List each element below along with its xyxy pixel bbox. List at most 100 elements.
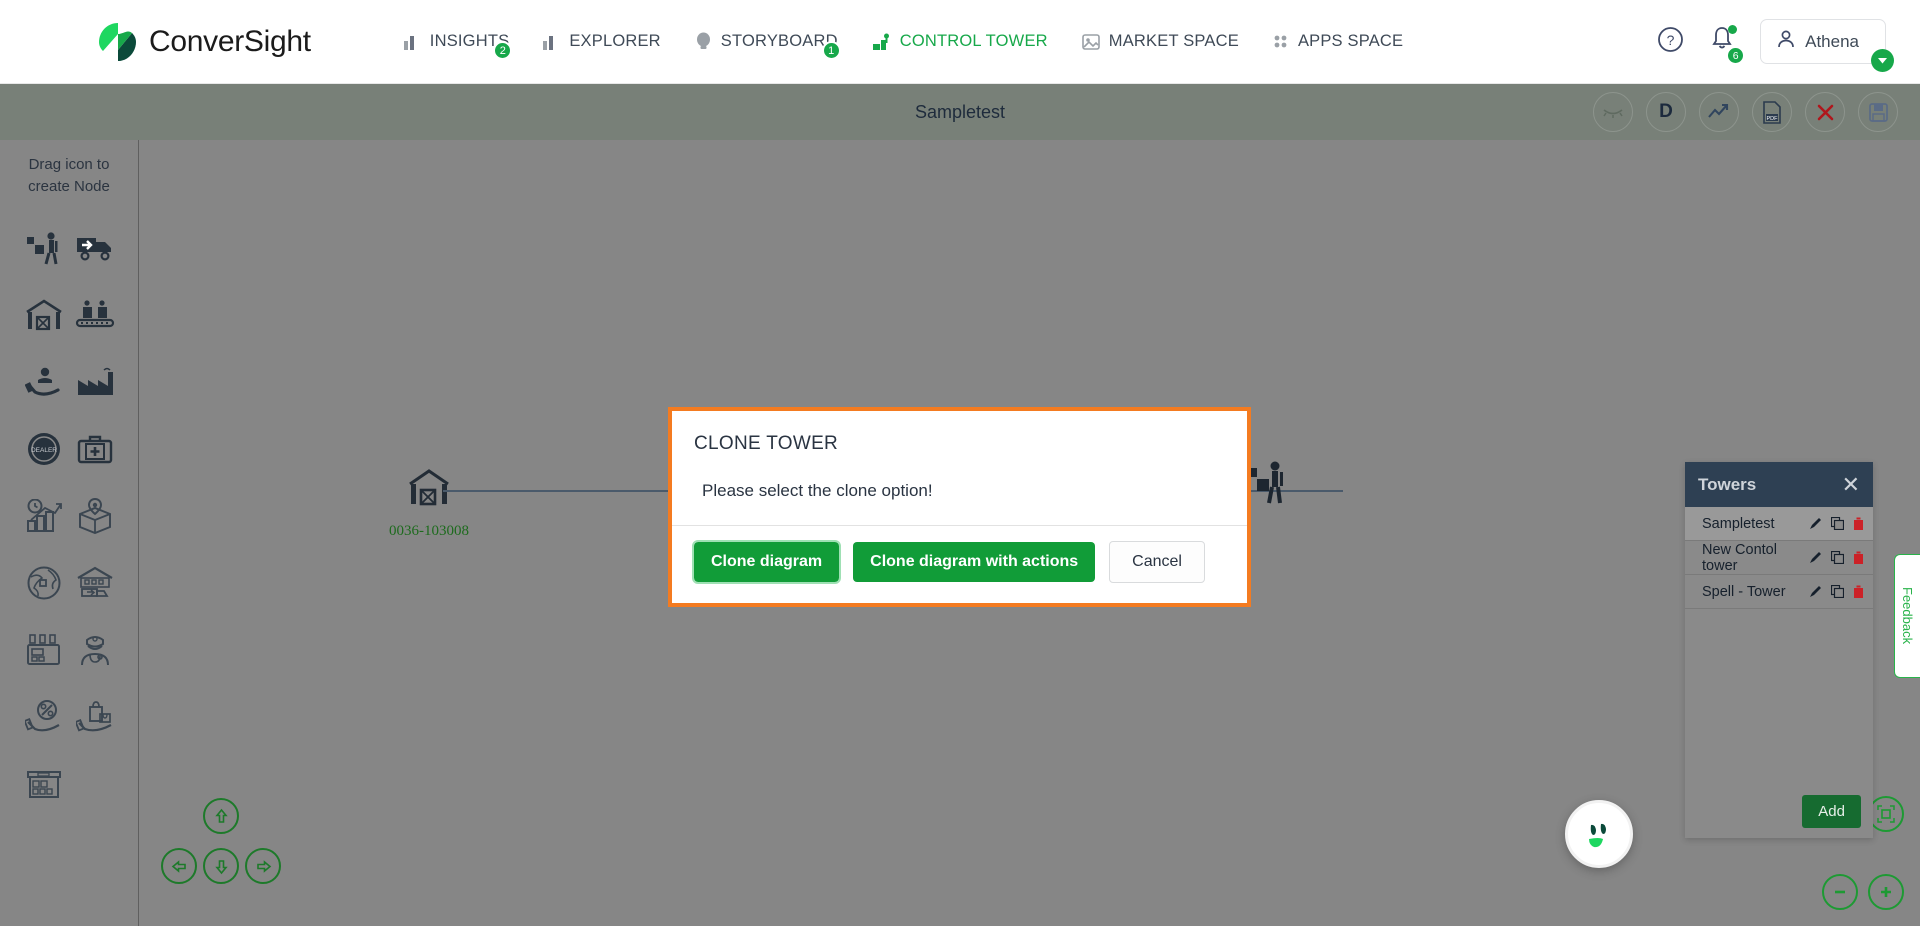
top-navigation-bar: ConverSight INSIGHTS 2 EXPLORER STORYBOA… — [0, 0, 1920, 84]
analytics-growth-icon[interactable] — [22, 494, 66, 538]
brand-logo-area[interactable]: ConverSight — [97, 21, 311, 63]
nav-item-apps-space[interactable]: APPS SPACE — [1273, 32, 1403, 51]
lab-equipment-icon[interactable] — [22, 628, 66, 672]
conversight-logo-icon — [99, 22, 136, 61]
user-name-label: Athena — [1805, 31, 1859, 51]
dialog-body: CLONE TOWER Please select the clone opti… — [672, 411, 1247, 525]
eye-closed-icon[interactable] — [1593, 92, 1633, 132]
copy-icon[interactable] — [1831, 551, 1844, 564]
dialog-footer: Clone diagram Clone diagram with actions… — [672, 525, 1247, 603]
hand-customer-icon[interactable] — [22, 360, 66, 404]
insights-badge: 2 — [493, 41, 513, 60]
pdf-export-icon[interactable]: PDF — [1752, 92, 1792, 132]
bar-chart-icon — [543, 33, 560, 50]
zoom-out-button[interactable] — [1822, 874, 1858, 910]
notification-dot — [1728, 25, 1738, 34]
canvas-node-warehouse[interactable]: 0036-103008 — [389, 468, 469, 540]
palette-icon-grid: DEALER — [0, 198, 138, 806]
bell-icon[interactable]: 6 — [1710, 25, 1746, 65]
copy-icon[interactable] — [1831, 585, 1844, 598]
add-tower-button[interactable]: Add — [1802, 795, 1861, 828]
nav-label-storyboard: STORYBOARD — [720, 32, 838, 50]
sub-header-tools: D PDF — [1593, 92, 1898, 132]
nav-item-explorer[interactable]: EXPLORER — [543, 32, 661, 51]
pan-right-button[interactable] — [245, 848, 281, 884]
tower-name: Sampletest — [1702, 515, 1775, 532]
nav-label-market-space: MARKET SPACE — [1108, 32, 1239, 50]
distribution-center-icon[interactable] — [73, 561, 117, 605]
worker-inventory-icon[interactable] — [22, 226, 66, 270]
clone-diagram-button[interactable]: Clone diagram — [691, 540, 842, 584]
delete-trash-icon[interactable] — [1853, 551, 1864, 564]
canvas-node-worker[interactable] — [1247, 458, 1289, 521]
node-label-warehouse: 0036-103008 — [389, 523, 469, 539]
tower-list-item-spell-tower[interactable]: Spell - Tower — [1685, 575, 1873, 609]
delivery-truck-icon[interactable] — [73, 226, 117, 270]
first-aid-kit-icon[interactable] — [73, 427, 117, 471]
nav-label-control-tower: CONTROL TOWER — [899, 32, 1048, 50]
retail-bag-icon[interactable] — [73, 695, 117, 739]
tower-list-item-new-contol-tower[interactable]: New Contol tower — [1685, 541, 1873, 575]
discount-percent-icon[interactable] — [22, 695, 66, 739]
trend-up-icon[interactable] — [1699, 92, 1739, 132]
athena-assistant-avatar[interactable] — [1565, 800, 1633, 868]
sub-header-toolbar: Sampletest D PDF — [0, 84, 1920, 140]
assistant-face-icon — [1589, 823, 1606, 848]
close-red-icon[interactable] — [1805, 92, 1845, 132]
towers-panel: Towers ✕ Sampletest New Contol tower Spe… — [1685, 462, 1873, 838]
tower-row-actions — [1809, 585, 1864, 598]
cancel-button[interactable]: Cancel — [1109, 541, 1205, 583]
user-avatar-icon — [1776, 29, 1796, 54]
delete-trash-icon[interactable] — [1853, 517, 1864, 530]
nav-items: INSIGHTS 2 EXPLORER STORYBOARD 1 CONTROL… — [403, 32, 1437, 60]
save-disk-icon[interactable] — [1858, 92, 1898, 132]
tower-name: New Contol tower — [1702, 541, 1777, 574]
nav-item-storyboard[interactable]: STORYBOARD 1 — [695, 32, 841, 60]
notification-count-badge: 6 — [1726, 46, 1746, 65]
nav-label-apps-space: APPS SPACE — [1297, 32, 1404, 50]
pan-up-button[interactable] — [203, 798, 239, 834]
delete-trash-icon[interactable] — [1853, 585, 1864, 598]
tower-name: Spell - Tower — [1702, 583, 1786, 600]
edit-pencil-icon[interactable] — [1809, 551, 1822, 564]
apps-grid-icon — [1273, 34, 1289, 50]
nav-item-control-tower[interactable]: CONTROL TOWER — [872, 32, 1048, 51]
assembly-line-icon[interactable] — [73, 293, 117, 337]
dialog-title: CLONE TOWER — [694, 433, 839, 454]
storyboard-badge: 1 — [821, 41, 841, 60]
feedback-tab[interactable]: Feedback — [1894, 554, 1920, 678]
control-tower-icon — [872, 32, 891, 51]
package-location-icon[interactable] — [73, 494, 117, 538]
zoom-in-button[interactable] — [1868, 874, 1904, 910]
store-shelf-icon[interactable] — [22, 762, 66, 806]
nav-item-insights[interactable]: INSIGHTS 2 — [403, 32, 513, 60]
palette-hint-line2: create Node — [28, 178, 110, 195]
towers-panel-title: Towers — [1698, 474, 1757, 494]
factory-icon[interactable] — [73, 360, 117, 404]
healthcare-worker-icon[interactable] — [73, 628, 117, 672]
chevron-down-icon[interactable] — [1871, 49, 1894, 72]
pan-left-button[interactable] — [161, 848, 197, 884]
tower-row-actions — [1809, 551, 1864, 564]
close-icon[interactable]: ✕ — [1842, 473, 1860, 496]
palette-hint: Drag icon to create Node — [0, 140, 138, 198]
copy-icon[interactable] — [1831, 517, 1844, 530]
bar-chart-icon — [403, 33, 421, 50]
fit-screen-button[interactable] — [1868, 796, 1904, 832]
user-menu-button[interactable]: Athena — [1760, 19, 1894, 72]
svg-text:PDF: PDF — [1767, 116, 1779, 122]
clone-diagram-with-actions-button[interactable]: Clone diagram with actions — [853, 542, 1096, 582]
pan-controls — [161, 798, 281, 908]
dealer-badge-icon[interactable]: DEALER — [22, 427, 66, 471]
globe-logistics-icon[interactable] — [22, 561, 66, 605]
help-circle-icon[interactable]: ? — [1657, 26, 1684, 58]
app-root: ConverSight INSIGHTS 2 EXPLORER STORYBOA… — [0, 0, 1920, 926]
edit-pencil-icon[interactable] — [1809, 585, 1822, 598]
dictionary-d-icon[interactable]: D — [1646, 92, 1686, 132]
warehouse-icon[interactable] — [22, 293, 66, 337]
nav-item-market-space[interactable]: MARKET SPACE — [1081, 32, 1239, 51]
tower-list-item-sampletest[interactable]: Sampletest — [1685, 507, 1873, 541]
edit-pencil-icon[interactable] — [1809, 517, 1822, 530]
node-palette-sidebar: Drag icon to create Node DEALER — [0, 140, 139, 926]
pan-down-button[interactable] — [203, 848, 239, 884]
